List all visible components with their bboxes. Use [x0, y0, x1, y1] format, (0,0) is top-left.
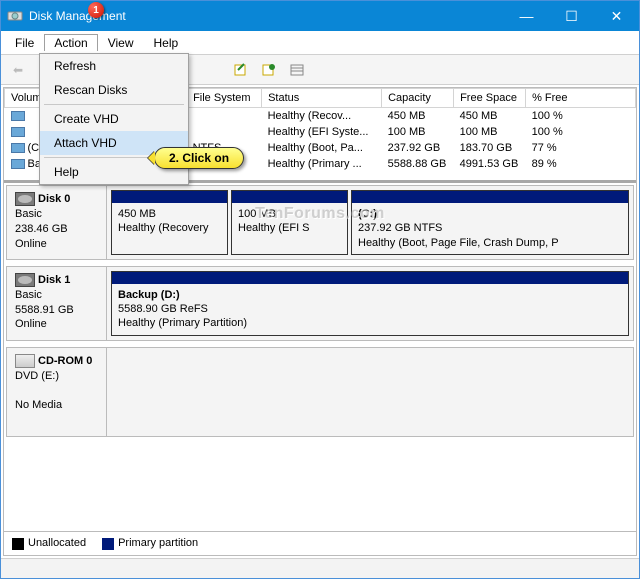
- legend-primary: Primary partition: [102, 537, 198, 549]
- properties-icon[interactable]: [258, 59, 280, 81]
- back-button[interactable]: ⬅: [7, 59, 29, 81]
- maximize-button[interactable]: ☐: [549, 1, 594, 31]
- refresh-icon[interactable]: [230, 59, 252, 81]
- annotation-badge-1: 1: [88, 2, 104, 18]
- col-pct[interactable]: % Free: [526, 89, 636, 108]
- legend: Unallocated Primary partition: [4, 531, 636, 555]
- minimize-button[interactable]: —: [504, 1, 549, 31]
- menu-help[interactable]: Help: [144, 34, 189, 52]
- disk-label: Disk 0Basic238.46 GBOnline: [7, 186, 107, 259]
- col-status[interactable]: Status: [262, 89, 382, 108]
- legend-unallocated: Unallocated: [12, 537, 86, 549]
- close-button[interactable]: ✕: [594, 1, 639, 31]
- menu-create-vhd[interactable]: Create VHD: [40, 107, 188, 131]
- disk-label: Disk 1Basic5588.91 GBOnline: [7, 267, 107, 340]
- cdrom-label: CD-ROM 0 DVD (E:) No Media: [7, 348, 107, 436]
- disk-icon: [15, 273, 35, 287]
- menu-action[interactable]: Action: [44, 34, 97, 51]
- statusbar: [1, 558, 639, 578]
- annotation-callout: 2. Click on: [154, 147, 244, 169]
- list-icon[interactable]: [286, 59, 308, 81]
- cdrom-icon: [15, 354, 35, 368]
- separator: [44, 104, 184, 105]
- app-icon: [7, 8, 23, 24]
- partition[interactable]: Backup (D:)5588.90 GB ReFSHealthy (Prima…: [111, 271, 629, 336]
- partition[interactable]: (C:)237.92 GB NTFSHealthy (Boot, Page Fi…: [351, 190, 629, 255]
- menu-view[interactable]: View: [98, 34, 144, 52]
- col-free[interactable]: Free Space: [454, 89, 526, 108]
- menu-file[interactable]: File: [5, 34, 44, 52]
- partition[interactable]: 100 MBHealthy (EFI S: [231, 190, 348, 255]
- menubar: File Action View Help: [1, 31, 639, 55]
- partition[interactable]: 450 MBHealthy (Recovery: [111, 190, 228, 255]
- disk-row[interactable]: Disk 0Basic238.46 GBOnline450 MBHealthy …: [6, 185, 634, 260]
- disk-icon: [15, 192, 35, 206]
- col-fs[interactable]: File System: [187, 89, 262, 108]
- disk-row[interactable]: Disk 1Basic5588.91 GBOnlineBackup (D:)55…: [6, 266, 634, 341]
- col-capacity[interactable]: Capacity: [382, 89, 454, 108]
- disk-graphical-pane[interactable]: Disk 0Basic238.46 GBOnline450 MBHealthy …: [4, 183, 636, 531]
- menu-rescan[interactable]: Rescan Disks: [40, 78, 188, 102]
- cdrom-row[interactable]: CD-ROM 0 DVD (E:) No Media: [6, 347, 634, 437]
- menu-refresh[interactable]: Refresh: [40, 54, 188, 78]
